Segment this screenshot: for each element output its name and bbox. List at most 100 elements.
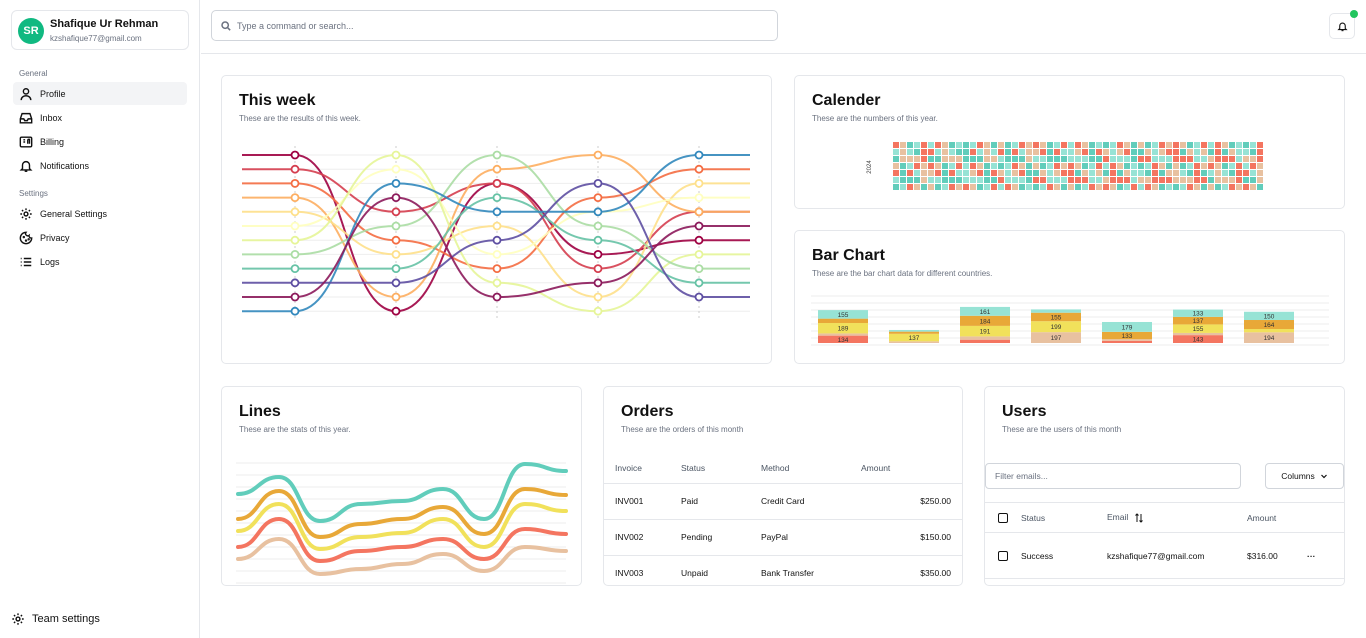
user-card[interactable]: SR Shafique Ur Rehman kzshafique77@gmail…	[11, 10, 189, 50]
calendar-cell	[1026, 156, 1032, 162]
filter-emails-input[interactable]: Filter emails...	[985, 463, 1241, 489]
calendar-cell	[1173, 170, 1179, 176]
calendar-cell	[1159, 149, 1165, 155]
section-label-settings: Settings	[19, 189, 48, 198]
calendar-cell	[1040, 163, 1046, 169]
table-row[interactable]: Success kzshafique77@gmail.com $316.00 ·…	[985, 532, 1344, 579]
select-all-checkbox[interactable]	[998, 512, 1008, 523]
sidebar-item-privacy[interactable]: Privacy	[13, 226, 187, 249]
calendar-cell	[991, 184, 997, 190]
data-point	[391, 179, 401, 188]
calendar-cell	[1159, 184, 1165, 190]
calendar-cell	[1068, 184, 1074, 190]
calendar-cell	[893, 170, 899, 176]
notification-dot	[1350, 10, 1358, 18]
calendar-cell	[1110, 142, 1116, 148]
calendar-cell	[1012, 142, 1018, 148]
series-line	[236, 536, 568, 577]
calendar-cell	[998, 184, 1004, 190]
users-col-email-sort[interactable]: Email	[1107, 502, 1247, 533]
calendar-cell	[1005, 163, 1011, 169]
bump-chart	[242, 146, 750, 318]
invoice-cell: INV001	[604, 483, 681, 520]
table-row[interactable]: INV003 Unpaid Bank Transfer $350.00	[604, 555, 962, 585]
calendar-cell	[1215, 156, 1221, 162]
sidebar-item-label: Notifications	[40, 160, 90, 171]
calendar-cell	[1208, 163, 1214, 169]
calendar-cell	[1082, 177, 1088, 183]
bar-label: 199	[1051, 324, 1062, 331]
calendar-cell	[1033, 156, 1039, 162]
bar-segment	[889, 329, 939, 332]
bar-segment	[818, 318, 868, 324]
calendar-cell	[1243, 163, 1249, 169]
bar-segment	[1173, 332, 1223, 336]
calendar-cell	[1103, 163, 1109, 169]
calendar-cell	[1187, 170, 1193, 176]
calendar-cell	[1019, 149, 1025, 155]
bar-label: 197	[1051, 335, 1062, 342]
calendar-cell	[1131, 149, 1137, 155]
calendar-cell	[1075, 149, 1081, 155]
table-row[interactable]: INV001 Paid Credit Card $250.00	[604, 483, 962, 520]
bell-icon	[19, 160, 33, 172]
orders-col-method: Method	[761, 453, 861, 484]
row-checkbox[interactable]	[998, 550, 1008, 561]
data-point	[593, 207, 603, 217]
calendar-cell	[1096, 149, 1102, 155]
calendar-cell	[914, 142, 920, 148]
calendar-cell	[970, 177, 976, 183]
calendar-cell	[1089, 149, 1095, 155]
calendar-cell	[1201, 142, 1207, 148]
columns-button[interactable]: Columns	[1265, 463, 1344, 489]
sidebar-item-general-settings[interactable]: General Settings	[13, 202, 187, 225]
sidebar-item-billing[interactable]: Billing	[13, 130, 187, 153]
calendar-cell	[1061, 177, 1067, 183]
data-point	[593, 306, 603, 316]
sidebar-item-notifications[interactable]: Notifications	[13, 154, 187, 177]
row-actions-icon[interactable]: ···	[1307, 532, 1344, 579]
sidebar-item-inbox[interactable]: Inbox	[13, 106, 187, 129]
calendar-cell	[928, 163, 934, 169]
sidebar: SR Shafique Ur Rehman kzshafique77@gmail…	[0, 0, 200, 638]
calendar-cell	[1180, 177, 1186, 183]
search-icon	[221, 20, 231, 31]
calendar-cell	[1033, 170, 1039, 176]
calendar-cell	[1110, 170, 1116, 176]
users-col-email: Email	[1107, 512, 1129, 523]
calendar-cell	[935, 177, 941, 183]
calendar-cell	[1068, 170, 1074, 176]
calendar-cell	[907, 177, 913, 183]
calendar-cell	[1166, 149, 1172, 155]
team-settings-button[interactable]: Team settings	[11, 612, 100, 626]
calendar-cell	[1054, 142, 1060, 148]
calendar-cell	[1061, 156, 1067, 162]
data-point	[593, 250, 603, 259]
calendar-cell	[1243, 156, 1249, 162]
calendar-cell	[977, 184, 983, 190]
calendar-cell	[1110, 156, 1116, 162]
calendar-cell	[1145, 163, 1151, 169]
calendar-cell	[1222, 177, 1228, 183]
calendar-cell	[1236, 149, 1242, 155]
calendar-cell	[998, 142, 1004, 148]
data-point	[290, 164, 300, 174]
calendar-cell	[1257, 170, 1263, 176]
calendar-cell	[1159, 170, 1165, 176]
sidebar-item-label: General Settings	[40, 208, 108, 219]
calendar-cell	[998, 156, 1004, 162]
calendar-cell	[935, 163, 941, 169]
calendar-heatmap: 2024	[867, 142, 1263, 190]
calendar-cell	[1096, 170, 1102, 176]
calendar-cell	[1201, 156, 1207, 162]
calendar-card: Calender These are the numbers of this y…	[794, 75, 1345, 209]
calendar-cell	[970, 170, 976, 176]
sidebar-item-profile[interactable]: Profile	[13, 82, 187, 105]
bar-label: 164	[1264, 322, 1275, 329]
sidebar-item-logs[interactable]: Logs	[13, 250, 187, 273]
data-point	[492, 278, 502, 288]
calendar-cell	[1068, 156, 1074, 162]
table-row[interactable]: INV002 Pending PayPal $150.00	[604, 519, 962, 556]
search-input[interactable]: Type a command or search...	[211, 10, 778, 41]
calendar-cell	[963, 163, 969, 169]
